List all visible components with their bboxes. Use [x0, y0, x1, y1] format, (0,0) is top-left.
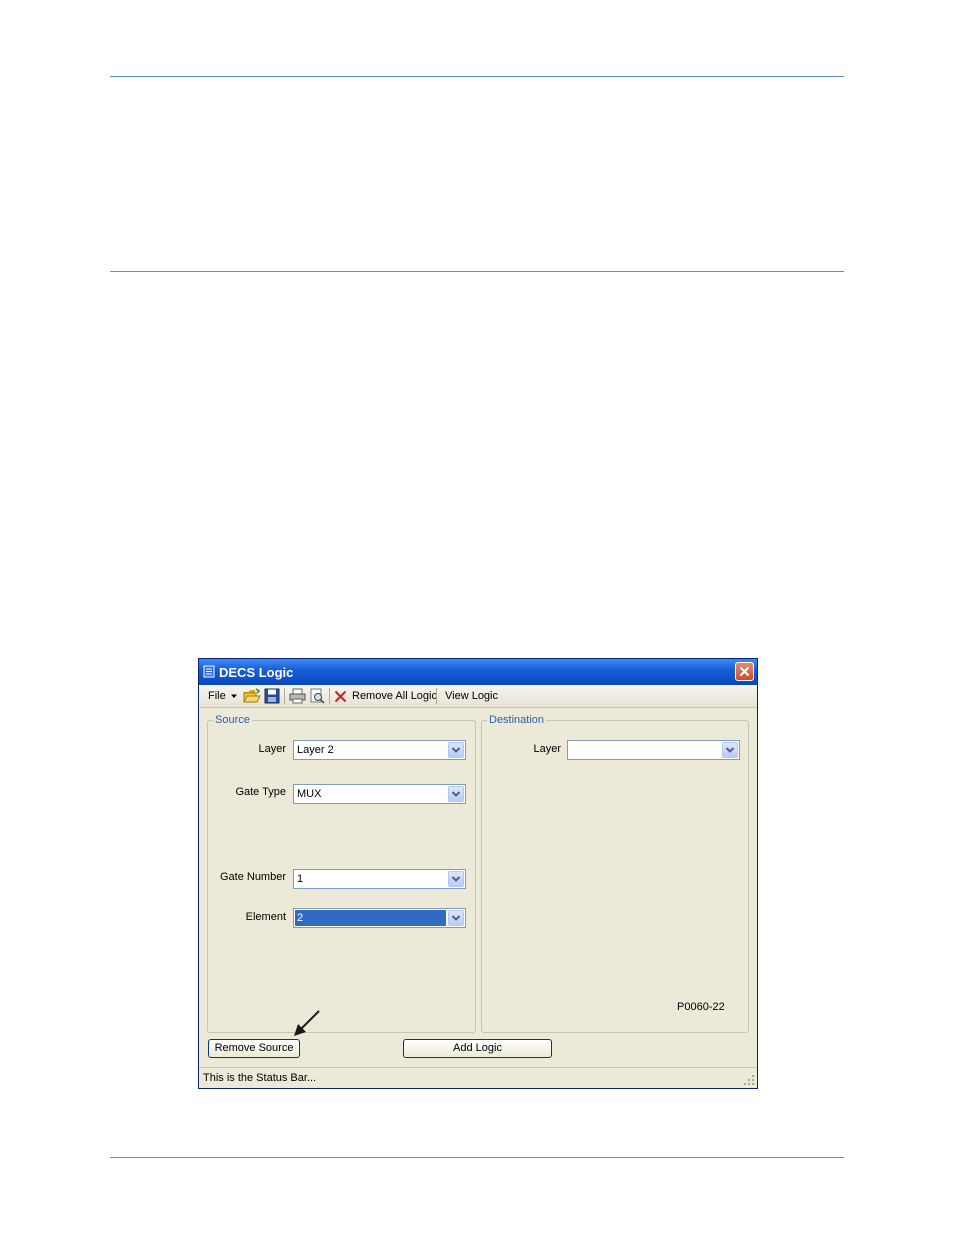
remove-all-logic-label: Remove All Logic [352, 690, 437, 702]
open-folder-icon[interactable] [243, 688, 261, 704]
title-bar[interactable]: DECS Logic [199, 659, 757, 685]
gate-type-value: MUX [297, 788, 322, 800]
gate-number-value: 1 [297, 873, 304, 885]
status-bar: This is the Status Bar... [199, 1067, 757, 1088]
close-button[interactable] [735, 662, 754, 681]
destination-layer-select[interactable] [567, 740, 740, 760]
print-preview-icon[interactable] [309, 688, 325, 704]
gate-number-dropdown-button[interactable] [448, 871, 464, 887]
element-value: 2 [295, 910, 446, 926]
toolbar-separator [284, 688, 285, 704]
chevron-down-icon [451, 791, 461, 797]
gate-type-label: Gate Type [235, 786, 286, 798]
gate-number-label: Gate Number [219, 871, 286, 883]
resize-grip-icon[interactable] [743, 1074, 755, 1086]
file-menu[interactable]: File [208, 689, 226, 703]
destination-layer-dropdown-button[interactable] [722, 742, 738, 758]
gate-type-select[interactable]: MUX [293, 784, 466, 804]
app-icon [203, 665, 215, 678]
source-legend: Source [213, 714, 252, 726]
header-rule-bottom [110, 271, 844, 272]
source-layer-dropdown-button[interactable] [448, 742, 464, 758]
element-label: Element [245, 911, 286, 923]
destination-group: Destination [481, 714, 749, 1033]
close-icon [739, 666, 750, 677]
toolbar: File Remove All Logic View Logic [199, 685, 757, 708]
add-logic-button[interactable]: Add Logic [403, 1039, 552, 1058]
destination-legend: Destination [487, 714, 547, 726]
view-logic-button[interactable]: View Logic [445, 689, 498, 703]
remove-source-button[interactable]: Remove Source [208, 1039, 300, 1058]
save-icon[interactable] [264, 688, 280, 704]
remove-x-icon [334, 690, 347, 703]
chevron-down-icon [451, 876, 461, 882]
destination-layer-label: Layer [533, 743, 561, 755]
gate-type-dropdown-button[interactable] [448, 786, 464, 802]
pointer-arrow-icon [294, 1010, 320, 1036]
chevron-down-icon [725, 747, 735, 753]
chevron-down-icon [451, 915, 461, 921]
decs-logic-window: DECS Logic File Remove All Logic View Lo… [198, 658, 758, 1089]
chevron-down-icon [451, 747, 461, 753]
source-layer-select[interactable]: Layer 2 [293, 740, 466, 760]
element-select[interactable]: 2 [293, 908, 466, 928]
footer-rule [110, 1157, 844, 1158]
toolbar-separator [329, 688, 330, 704]
header-rule-top [110, 76, 844, 77]
gate-number-select[interactable]: 1 [293, 869, 466, 889]
source-layer-label: Layer [258, 743, 286, 755]
element-dropdown-button[interactable] [448, 910, 464, 926]
toolbar-separator [436, 688, 437, 704]
window-title: DECS Logic [219, 665, 294, 680]
source-layer-value: Layer 2 [297, 744, 334, 756]
print-icon[interactable] [289, 688, 306, 704]
status-text: This is the Status Bar... [203, 1072, 317, 1084]
dropdown-arrow-icon[interactable] [231, 694, 237, 699]
remove-all-logic-button[interactable]: Remove All Logic [334, 689, 437, 703]
figure-id: P0060-22 [677, 1001, 725, 1013]
